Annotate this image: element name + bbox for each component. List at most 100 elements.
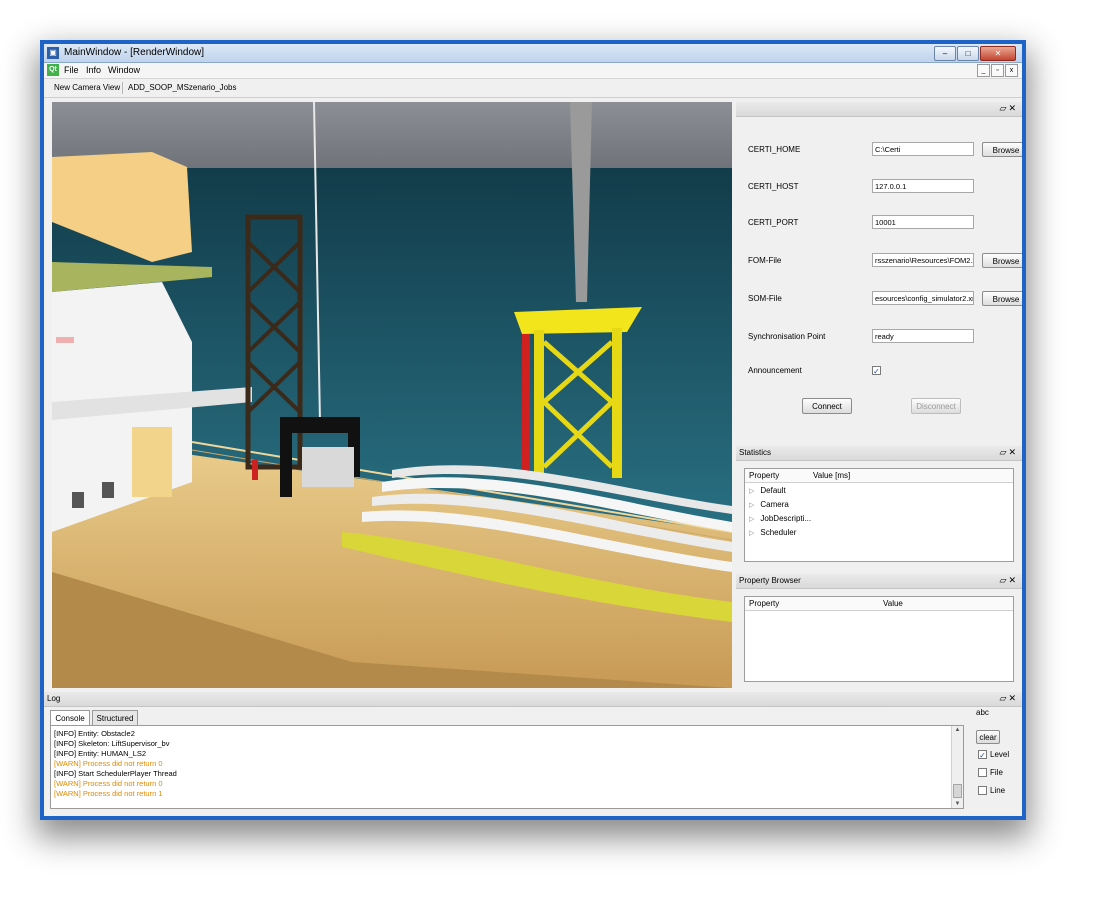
- property-browser-col-property[interactable]: Property: [749, 599, 779, 608]
- announcement-row: Announcement ✓: [748, 363, 1012, 379]
- log-line-warn: [WARN] Process did not return 1: [54, 789, 163, 798]
- level-checkbox[interactable]: ✓: [978, 750, 987, 760]
- sync-point-row: Synchronisation Point ready: [748, 329, 1012, 345]
- clear-button[interactable]: clear: [976, 730, 1000, 744]
- certi-port-input[interactable]: 10001: [872, 215, 974, 229]
- som-file-label: SOM-File: [748, 294, 782, 303]
- statistics-tree-header: Property Value [ms]: [745, 469, 1013, 483]
- som-file-row: SOM-File esources\config_simulator2.xml …: [748, 291, 1022, 307]
- dock-float-close-icon[interactable]: ▱✕: [1000, 103, 1018, 114]
- line-checkbox[interactable]: [978, 786, 987, 795]
- statistics-item-default[interactable]: ▷ Default: [749, 486, 786, 495]
- property-browser-col-value[interactable]: Value: [883, 599, 903, 608]
- certi-port-row: CERTI_PORT 10001: [748, 215, 1012, 231]
- log-line-warn: [WARN] Process did not return 0: [54, 779, 163, 788]
- console-output[interactable]: [INFO] Entity: Obstacle2 [INFO] Skeleton…: [50, 725, 964, 809]
- log-line: [INFO] Skeleton: LiftSupervisor_bv: [54, 739, 170, 748]
- fom-file-input[interactable]: rsszenario\Resources\FOM2.xml: [872, 253, 974, 267]
- mdi-restore-icon[interactable]: ▫: [991, 64, 1004, 77]
- certi-home-browse-button[interactable]: Browse: [982, 142, 1022, 157]
- certi-port-label: CERTI_PORT: [748, 218, 799, 227]
- menu-bar: Qt File Info Window _ ▫ x: [44, 63, 1022, 79]
- window-port-2: [102, 482, 114, 498]
- statistics-item-label: Camera: [760, 500, 789, 509]
- certi-host-label: CERTI_HOST: [748, 182, 799, 191]
- tab-console[interactable]: Console: [50, 710, 90, 726]
- property-browser-title: Property Browser: [739, 576, 801, 585]
- statistics-item-label: Default: [760, 486, 786, 495]
- window-port: [72, 492, 84, 508]
- scrollbar-thumb[interactable]: [953, 784, 962, 798]
- statistics-title: Statistics: [739, 448, 772, 457]
- main-window: ▣ MainWindow - [RenderWindow] – □ ✕ Qt F…: [44, 44, 1022, 816]
- fom-file-browse-button[interactable]: Browse: [982, 253, 1022, 268]
- door: [132, 427, 172, 497]
- scenario-button[interactable]: ADD_SOOP_MSzenario_Jobs: [128, 83, 237, 92]
- som-file-input[interactable]: esources\config_simulator2.xml: [872, 291, 974, 305]
- mdi-close-icon[interactable]: x: [1005, 64, 1018, 77]
- close-icon[interactable]: ✕: [980, 46, 1016, 61]
- console-scrollbar[interactable]: ▲ ▼: [951, 726, 963, 808]
- minimize-icon[interactable]: –: [934, 46, 956, 61]
- statistics-tree[interactable]: Property Value [ms] ▷ Default ▷ Camera ▷ Jo…: [744, 468, 1014, 562]
- certi-home-row: CERTI_HOME C:\Certi Browse: [748, 142, 1022, 158]
- expand-arrow-icon[interactable]: ▷: [749, 488, 754, 495]
- statistics-item-label: Scheduler: [760, 528, 797, 537]
- log-filter-label: abc: [976, 708, 989, 717]
- window-title: MainWindow - [RenderWindow]: [64, 47, 205, 58]
- announcement-label: Announcement: [748, 366, 802, 375]
- marking: [56, 337, 74, 343]
- connect-button[interactable]: Connect: [802, 398, 852, 414]
- render-viewport[interactable]: [52, 102, 732, 688]
- app-window-icon: ▣: [47, 47, 59, 59]
- certi-home-input[interactable]: C:\Certi: [872, 142, 974, 156]
- som-file-browse-button[interactable]: Browse: [982, 291, 1022, 306]
- statistics-item-camera[interactable]: ▷ Camera: [749, 500, 789, 509]
- tab-structured[interactable]: Structured: [92, 710, 138, 725]
- window-frame: ▣ MainWindow - [RenderWindow] – □ ✕ Qt F…: [40, 40, 1026, 820]
- level-label: Level: [990, 750, 1010, 759]
- announcement-checkbox[interactable]: ✓: [872, 366, 881, 376]
- expand-arrow-icon[interactable]: ▷: [749, 530, 754, 537]
- worker-figure: [252, 460, 258, 480]
- statistics-dock-float-close-icon[interactable]: ▱✕: [1000, 447, 1018, 458]
- log-line-warn: [WARN] Process did not return 0: [54, 759, 163, 768]
- statistics-col-property[interactable]: Property: [749, 471, 779, 480]
- expand-arrow-icon[interactable]: ▷: [749, 516, 754, 523]
- statistics-item-jobdescription[interactable]: ▷ JobDescripti...: [749, 514, 811, 523]
- blade-gripper: [280, 417, 360, 497]
- scroll-up-icon[interactable]: ▲: [952, 727, 963, 733]
- maximize-icon[interactable]: □: [957, 46, 979, 61]
- title-bar[interactable]: ▣ MainWindow - [RenderWindow] – □ ✕: [44, 44, 1022, 63]
- log-dock: Log ▱✕ Console Structured [INFO] Entity:…: [44, 692, 1022, 816]
- property-browser-dock-float-close-icon[interactable]: ▱✕: [1000, 575, 1018, 586]
- menu-window[interactable]: Window: [108, 65, 140, 75]
- menu-file[interactable]: File: [64, 65, 79, 75]
- scroll-down-icon[interactable]: ▼: [952, 801, 963, 807]
- line-label: Line: [990, 786, 1006, 795]
- menu-info[interactable]: Info: [86, 65, 101, 75]
- statistics-item-label: JobDescripti...: [760, 514, 812, 523]
- certi-host-input[interactable]: 127.0.0.1: [872, 179, 974, 193]
- log-dock-float-close-icon[interactable]: ▱✕: [1000, 693, 1018, 704]
- statistics-col-value[interactable]: Value [ms]: [813, 471, 850, 480]
- statistics-item-scheduler[interactable]: ▷ Scheduler: [749, 528, 796, 537]
- sync-point-input[interactable]: ready: [872, 329, 974, 343]
- toolbar-separator: [122, 82, 123, 94]
- new-camera-view-button[interactable]: New Camera View: [54, 83, 120, 92]
- connection-dock: ▱✕ CERTI_HOME C:\Certi Browse CERTI_HOST…: [736, 102, 1022, 442]
- property-browser-dock: Property Browser ▱✕ Property Value: [736, 574, 1022, 688]
- property-browser-table[interactable]: Property Value: [744, 596, 1014, 682]
- certi-home-label: CERTI_HOME: [748, 145, 801, 154]
- mdi-minimize-icon[interactable]: _: [977, 64, 990, 77]
- property-browser-header: Property Value: [745, 597, 1013, 611]
- file-checkbox[interactable]: [978, 768, 987, 777]
- log-line: [INFO] Start SchedulerPlayer Thread: [54, 769, 177, 778]
- sync-point-label: Synchronisation Point: [748, 332, 826, 341]
- expand-arrow-icon[interactable]: ▷: [749, 502, 754, 509]
- property-browser-dock-header: Property Browser ▱✕: [736, 574, 1022, 589]
- fom-file-label: FOM-File: [748, 256, 782, 265]
- fom-file-row: FOM-File rsszenario\Resources\FOM2.xml B…: [748, 253, 1022, 269]
- connection-dock-header: ▱✕: [736, 102, 1022, 117]
- disconnect-button[interactable]: Disconnect: [911, 398, 961, 414]
